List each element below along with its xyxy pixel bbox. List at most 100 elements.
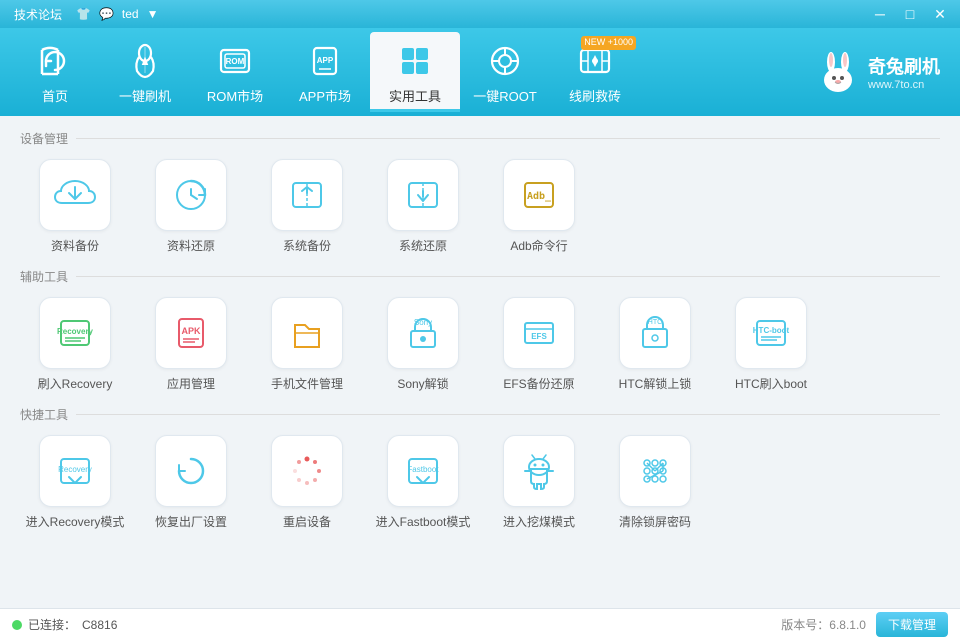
connection-status-dot (12, 620, 22, 630)
device-tools-grid: 资料备份 资料还原 (20, 155, 940, 258)
backup-system-label: 系统备份 (283, 237, 331, 254)
tool-efs-restore[interactable]: EFS EFS备份还原 (484, 293, 594, 396)
shirt-icon: 👕 (76, 7, 91, 21)
restore-data-label: 资料还原 (167, 237, 215, 254)
tool-app-manage[interactable]: APK 应用管理 (136, 293, 246, 396)
section-line-3 (76, 414, 940, 415)
nav-item-home[interactable]: 首页 (10, 32, 100, 112)
section-aux-title: 辅助工具 (20, 268, 68, 285)
clear-lock-icon-box (619, 435, 691, 507)
logo-text: 奇兔刷机 (868, 53, 940, 79)
forum-link[interactable]: 技术论坛 (8, 4, 68, 25)
section-line (76, 138, 940, 139)
nav-item-app[interactable]: APP APP市场 (280, 32, 370, 112)
nav-item-rom[interactable]: ROM ROM市场 (190, 32, 280, 112)
recovery-flash-label: 刷入Recovery (38, 375, 113, 392)
efs-restore-icon-box: EFS (503, 297, 575, 369)
tool-htc-unlock[interactable]: HTC HTC解锁上锁 (600, 293, 710, 396)
tool-reboot[interactable]: 重启设备 (252, 431, 362, 534)
svg-text:HTC: HTC (648, 319, 662, 326)
section-quick: 快捷工具 (20, 406, 940, 423)
logo-url: www.7to.cn (868, 79, 940, 91)
status-bar: 已连接： C8816 版本号：6.8.1.0 下载管理 (0, 608, 960, 640)
download-manage-button[interactable]: 下载管理 (876, 612, 948, 637)
tool-adb[interactable]: Adb_ Adb命令行 (484, 155, 594, 258)
status-right: 版本号：6.8.1.0 下载管理 (781, 612, 948, 637)
svg-text:HTC-boot: HTC-boot (753, 326, 790, 335)
tool-enter-recovery[interactable]: Recovery 进入Recovery模式 (20, 431, 130, 534)
file-manage-label: 手机文件管理 (271, 375, 343, 392)
tool-backup-system[interactable]: 系统备份 (252, 155, 362, 258)
app-icon: APP (304, 40, 346, 82)
nav-label-root: 一键ROOT (473, 86, 537, 105)
nav-item-flash[interactable]: 一键刷机 (100, 32, 190, 112)
enter-recovery-icon-box: Recovery (39, 435, 111, 507)
section-quick-title: 快捷工具 (20, 406, 68, 423)
status-left: 已连接： C8816 (12, 616, 117, 633)
restore-data-icon-box (155, 159, 227, 231)
navbar: 首页 一键刷机 ROM ROM市场 APP (0, 28, 960, 116)
aux-tools-grid: Recovery 刷入Recovery APK 应用管理 (20, 293, 940, 396)
tool-restore-system[interactable]: 系统还原 (368, 155, 478, 258)
svg-text:APP: APP (317, 56, 334, 65)
tool-factory-reset[interactable]: 恢复出厂设置 (136, 431, 246, 534)
device-id: C8816 (82, 618, 117, 632)
nav-label-home: 首页 (42, 86, 68, 105)
new-badge: NEW +1000 (581, 36, 636, 50)
section-line-2 (76, 276, 940, 277)
backup-data-icon-box (39, 159, 111, 231)
tool-sony-unlock[interactable]: Sony Sony解锁 (368, 293, 478, 396)
reboot-label: 重启设备 (283, 513, 331, 530)
nav-item-rescue[interactable]: NEW +1000 线刷救砖 (550, 32, 640, 112)
clear-lock-label: 清除锁屏密码 (619, 513, 691, 530)
sony-unlock-icon-box: Sony (387, 297, 459, 369)
nav-item-tools[interactable]: 实用工具 (370, 32, 460, 112)
tool-clear-lock[interactable]: 清除锁屏密码 (600, 431, 710, 534)
file-manage-icon-box (271, 297, 343, 369)
quick-tools-grid: Recovery 进入Recovery模式 恢复出厂设置 (20, 431, 940, 534)
close-button[interactable]: ✕ (928, 5, 952, 23)
enter-fastboot-label: 进入Fastboot模式 (376, 513, 471, 530)
svg-text:Fastboot: Fastboot (407, 465, 439, 474)
factory-reset-label: 恢复出厂设置 (155, 513, 227, 530)
maximize-button[interactable]: □ (898, 5, 922, 23)
enter-recovery-label: 进入Recovery模式 (26, 513, 125, 530)
rom-icon: ROM (214, 40, 256, 82)
ted-label: ted (122, 7, 139, 21)
section-aux: 辅助工具 (20, 268, 940, 285)
backup-data-label: 资料备份 (51, 237, 99, 254)
nav-label-rom: ROM市场 (207, 86, 263, 105)
tool-enter-fastboot[interactable]: Fastboot 进入Fastboot模式 (368, 431, 478, 534)
tools-icon (394, 40, 436, 82)
svg-text:Adb_: Adb_ (527, 191, 552, 202)
title-bar: 技术论坛 👕 💬 ted ▼ ─ □ ✕ (0, 0, 960, 28)
version-label: 版本号：6.8.1.0 (781, 616, 866, 633)
minimize-button[interactable]: ─ (868, 5, 892, 23)
dropdown-icon[interactable]: ▼ (147, 7, 159, 21)
restore-system-icon-box (387, 159, 459, 231)
adb-label: Adb命令行 (510, 237, 567, 254)
factory-reset-icon-box (155, 435, 227, 507)
nav-label-app: APP市场 (299, 86, 351, 105)
nav-item-root[interactable]: 一键ROOT (460, 32, 550, 112)
enter-fastboot-icon-box: Fastboot (387, 435, 459, 507)
nav-label-tools: 实用工具 (389, 86, 441, 105)
tool-restore-data[interactable]: 资料还原 (136, 155, 246, 258)
tool-file-manage[interactable]: 手机文件管理 (252, 293, 362, 396)
htc-unlock-label: HTC解锁上锁 (619, 375, 692, 392)
tool-recovery-flash[interactable]: Recovery 刷入Recovery (20, 293, 130, 396)
svg-text:EFS: EFS (531, 332, 547, 341)
htc-boot-icon-box: HTC-boot (735, 297, 807, 369)
titlebar-left: 技术论坛 👕 💬 ted ▼ (8, 4, 159, 25)
titlebar-right: ─ □ ✕ (868, 5, 952, 23)
recovery-flash-icon-box: Recovery (39, 297, 111, 369)
logo-area: 奇兔刷机 www.7to.cn (814, 48, 950, 96)
svg-text:ROM: ROM (226, 57, 245, 66)
tool-backup-data[interactable]: 资料备份 (20, 155, 130, 258)
restore-system-label: 系统还原 (399, 237, 447, 254)
svg-text:Recovery: Recovery (57, 327, 94, 336)
nav-label-flash: 一键刷机 (119, 86, 171, 105)
tool-htc-boot[interactable]: HTC-boot HTC刷入boot (716, 293, 826, 396)
tool-enter-挖煤[interactable]: 进入挖煤模式 (484, 431, 594, 534)
enter-挖煤-icon-box (503, 435, 575, 507)
